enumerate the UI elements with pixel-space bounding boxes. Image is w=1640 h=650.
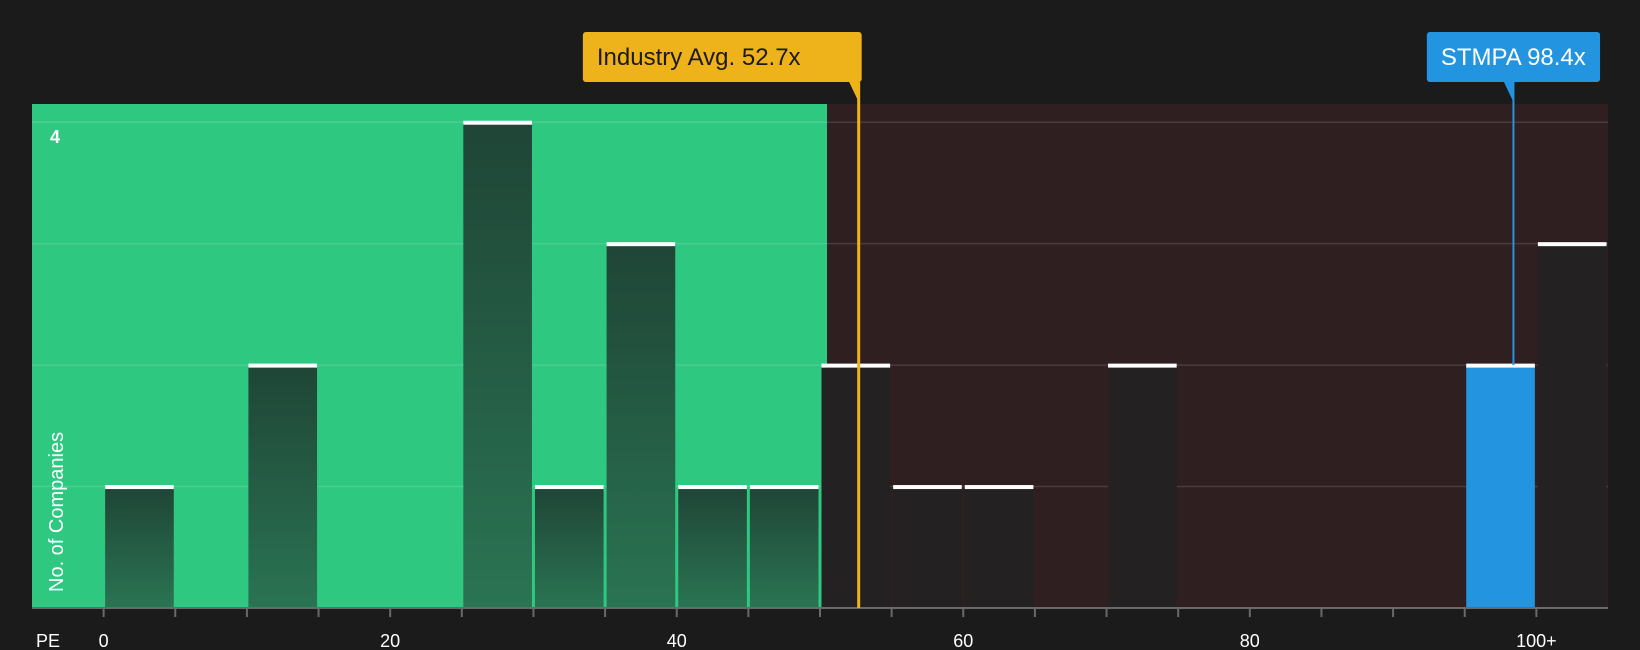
bar-cap-30 [534, 485, 604, 490]
pe-distribution-chart: 0 20 40 60 80 100+ Industry Avg. 52.7x STMPA 9… [32, 32, 1608, 650]
bar-cap-10 [248, 363, 318, 368]
bar-cap-40 [678, 485, 747, 490]
bar-70 [1108, 365, 1177, 608]
bar-55 [893, 486, 962, 608]
bar-95 [1466, 365, 1535, 608]
y-axis-title: No. of Companies [46, 432, 68, 592]
x-axis-title: PE [36, 631, 60, 650]
bar-cap-35 [606, 242, 676, 247]
bar-40 [678, 486, 747, 608]
bar-cap-45 [749, 485, 819, 490]
bar-cap-25 [463, 120, 532, 125]
bar-0 [105, 486, 174, 608]
bar-45 [749, 486, 819, 608]
bar-cap-60 [964, 485, 1034, 490]
industry-avg-label: Industry Avg. 52.7x [597, 44, 801, 71]
x-tick-label-80: 80 [1240, 631, 1260, 650]
industry-avg-pointer [848, 81, 859, 102]
bar-25 [463, 122, 532, 609]
bar-10 [248, 365, 318, 608]
bar-cap-70 [1108, 363, 1177, 368]
x-tick-label-100: 100+ [1516, 631, 1557, 650]
x-tick-label-60: 60 [953, 631, 973, 650]
bar-cap-0 [105, 485, 174, 490]
bar-cap-95 [1466, 363, 1535, 368]
bar-35 [606, 243, 676, 608]
y-max-label: 4 [50, 127, 60, 147]
x-tick-label-40: 40 [667, 631, 687, 650]
bar-30 [534, 486, 604, 608]
bar-cap-100 [1537, 242, 1607, 247]
bar-50 [821, 365, 891, 608]
bar-cap-50 [821, 363, 891, 368]
bar-100 [1537, 243, 1607, 608]
company-pointer [1503, 81, 1514, 102]
x-tick-label-0: 0 [99, 631, 109, 650]
bar-cap-55 [893, 485, 962, 490]
x-tick-label-20: 20 [380, 631, 400, 650]
company-label: STMPA 98.4x [1441, 44, 1586, 71]
bar-60 [964, 486, 1034, 608]
